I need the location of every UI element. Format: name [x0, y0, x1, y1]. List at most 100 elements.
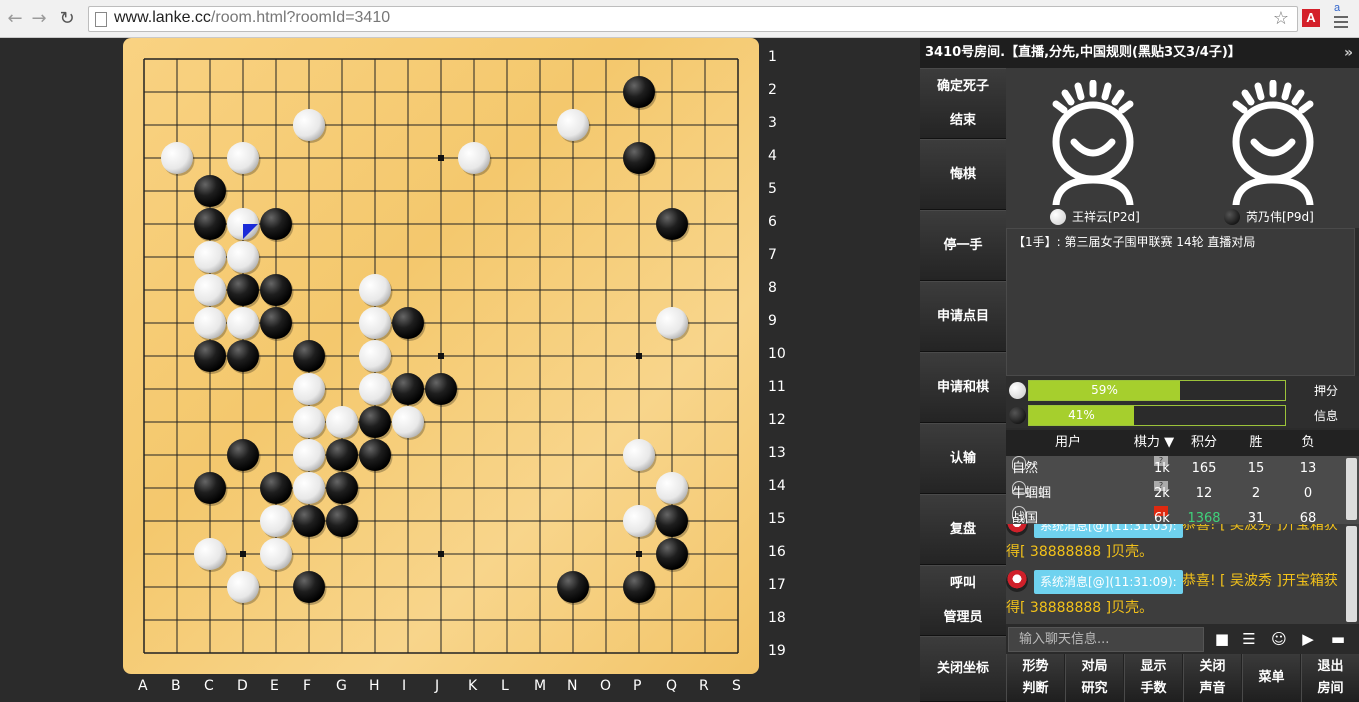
- side-menu-button[interactable]: 停一手: [920, 210, 1006, 281]
- header-rank[interactable]: 棋力 ▼: [1130, 430, 1178, 456]
- black-stone[interactable]: [557, 571, 589, 603]
- white-stone[interactable]: [194, 538, 226, 570]
- white-stone[interactable]: [260, 538, 292, 570]
- white-stone[interactable]: [260, 505, 292, 537]
- white-stone[interactable]: [293, 109, 325, 141]
- header-win[interactable]: 胜: [1230, 430, 1282, 456]
- black-player-name[interactable]: 芮乃伟[P9d]: [1224, 208, 1314, 225]
- header-score[interactable]: 积分: [1178, 430, 1230, 456]
- black-stone[interactable]: [260, 208, 292, 240]
- bottom-button[interactable]: 形势 判断: [1006, 654, 1064, 702]
- black-stone[interactable]: [260, 274, 292, 306]
- black-stone[interactable]: [392, 307, 424, 339]
- address-bar[interactable]: www.lanke.cc/room.html?roomId=3410 ☆: [88, 6, 1298, 32]
- white-stone[interactable]: [359, 340, 391, 372]
- white-stone[interactable]: [227, 241, 259, 273]
- board-grid[interactable]: [123, 38, 759, 674]
- black-stone[interactable]: [293, 571, 325, 603]
- chat-sender-tag[interactable]: 系统消息[@](11:31:03):: [1034, 524, 1183, 538]
- list-icon[interactable]: ☰: [1239, 629, 1259, 649]
- black-stone[interactable]: [260, 472, 292, 504]
- user-row[interactable]: 牛蝈蝈? 2k 12 2 0: [1006, 481, 1346, 506]
- emoji-icon[interactable]: ☺: [1269, 629, 1289, 649]
- white-stone[interactable]: [293, 439, 325, 471]
- url-text[interactable]: www.lanke.cc/room.html?roomId=3410: [114, 9, 390, 27]
- chat-bubble-icon[interactable]: ■: [1212, 629, 1232, 649]
- black-stone[interactable]: [392, 373, 424, 405]
- side-menu-button[interactable]: 确定死子 结束: [920, 68, 1006, 139]
- white-stone[interactable]: [194, 307, 226, 339]
- chat-sender-tag[interactable]: 系统消息[@](11:31:09):: [1034, 570, 1183, 594]
- black-stone[interactable]: [194, 175, 226, 207]
- black-stone[interactable]: [293, 340, 325, 372]
- black-stone[interactable]: [623, 142, 655, 174]
- white-stone[interactable]: [293, 406, 325, 438]
- white-stone[interactable]: [293, 373, 325, 405]
- bottom-button[interactable]: 对局 研究: [1065, 654, 1123, 702]
- black-stone[interactable]: [656, 538, 688, 570]
- white-stone[interactable]: [293, 472, 325, 504]
- white-stone[interactable]: [458, 142, 490, 174]
- white-player-name[interactable]: 王祥云[P2d]: [1050, 208, 1140, 225]
- white-stone[interactable]: [656, 472, 688, 504]
- go-board[interactable]: [123, 38, 759, 674]
- bet-label[interactable]: 押分: [1314, 382, 1338, 399]
- white-stone[interactable]: [359, 274, 391, 306]
- black-stone[interactable]: [194, 340, 226, 372]
- black-stone[interactable]: [359, 406, 391, 438]
- user-row[interactable]: 战国 6k 1368 31 68: [1006, 506, 1346, 524]
- bookmark-star-icon[interactable]: ☆: [1273, 8, 1289, 29]
- side-menu-button[interactable]: 申请和棋: [920, 352, 1006, 423]
- white-stone[interactable]: [392, 406, 424, 438]
- black-stone[interactable]: [623, 76, 655, 108]
- side-menu-button[interactable]: 申请点目: [920, 281, 1006, 352]
- chat-scrollbar[interactable]: [1346, 526, 1357, 622]
- bottom-button[interactable]: 显示 手数: [1124, 654, 1182, 702]
- black-stone[interactable]: [227, 340, 259, 372]
- white-stone[interactable]: [557, 109, 589, 141]
- header-loss[interactable]: 负: [1282, 430, 1334, 456]
- bottom-button[interactable]: 关闭 声音: [1183, 654, 1241, 702]
- extension-icon[interactable]: A: [1302, 9, 1320, 27]
- white-stone[interactable]: [227, 571, 259, 603]
- reload-icon[interactable]: ↻: [56, 8, 78, 30]
- white-stone[interactable]: [227, 307, 259, 339]
- side-menu-button[interactable]: 认输: [920, 423, 1006, 494]
- browser-menu-icon[interactable]: a: [1330, 2, 1352, 36]
- header-user[interactable]: 用户: [1006, 430, 1130, 456]
- bottom-button[interactable]: 菜单: [1242, 654, 1300, 702]
- black-stone[interactable]: [656, 208, 688, 240]
- black-stone[interactable]: [194, 208, 226, 240]
- collapse-icon[interactable]: »: [1344, 38, 1353, 68]
- black-stone[interactable]: [194, 472, 226, 504]
- white-stone[interactable]: [194, 274, 226, 306]
- black-stone[interactable]: [293, 505, 325, 537]
- black-stone[interactable]: [425, 373, 457, 405]
- trash-icon[interactable]: ▬: [1328, 629, 1348, 649]
- black-stone[interactable]: [326, 472, 358, 504]
- black-stone[interactable]: [260, 307, 292, 339]
- user-row[interactable]: 自然? 1k 165 15 13: [1006, 456, 1346, 481]
- black-stone[interactable]: [623, 571, 655, 603]
- white-stone[interactable]: [359, 373, 391, 405]
- white-stone[interactable]: [656, 307, 688, 339]
- info-label[interactable]: 信息: [1314, 407, 1338, 424]
- black-stone[interactable]: [656, 505, 688, 537]
- black-stone[interactable]: [326, 439, 358, 471]
- forward-icon[interactable]: →: [28, 8, 50, 30]
- white-stone[interactable]: [194, 241, 226, 273]
- white-stone[interactable]: [227, 142, 259, 174]
- white-stone[interactable]: [326, 406, 358, 438]
- white-stone[interactable]: [623, 505, 655, 537]
- side-menu-button[interactable]: 呼叫 管理员: [920, 565, 1006, 636]
- black-stone[interactable]: [326, 505, 358, 537]
- chat-input[interactable]: [1008, 627, 1204, 652]
- bottom-button[interactable]: 退出 房间: [1301, 654, 1359, 702]
- white-stone[interactable]: [161, 142, 193, 174]
- black-stone[interactable]: [359, 439, 391, 471]
- side-menu-button[interactable]: 复盘: [920, 494, 1006, 565]
- white-stone[interactable]: [359, 307, 391, 339]
- back-icon[interactable]: ←: [4, 8, 26, 30]
- side-menu-button[interactable]: 关闭坐标: [920, 636, 1006, 702]
- side-menu-button[interactable]: 悔棋: [920, 139, 1006, 210]
